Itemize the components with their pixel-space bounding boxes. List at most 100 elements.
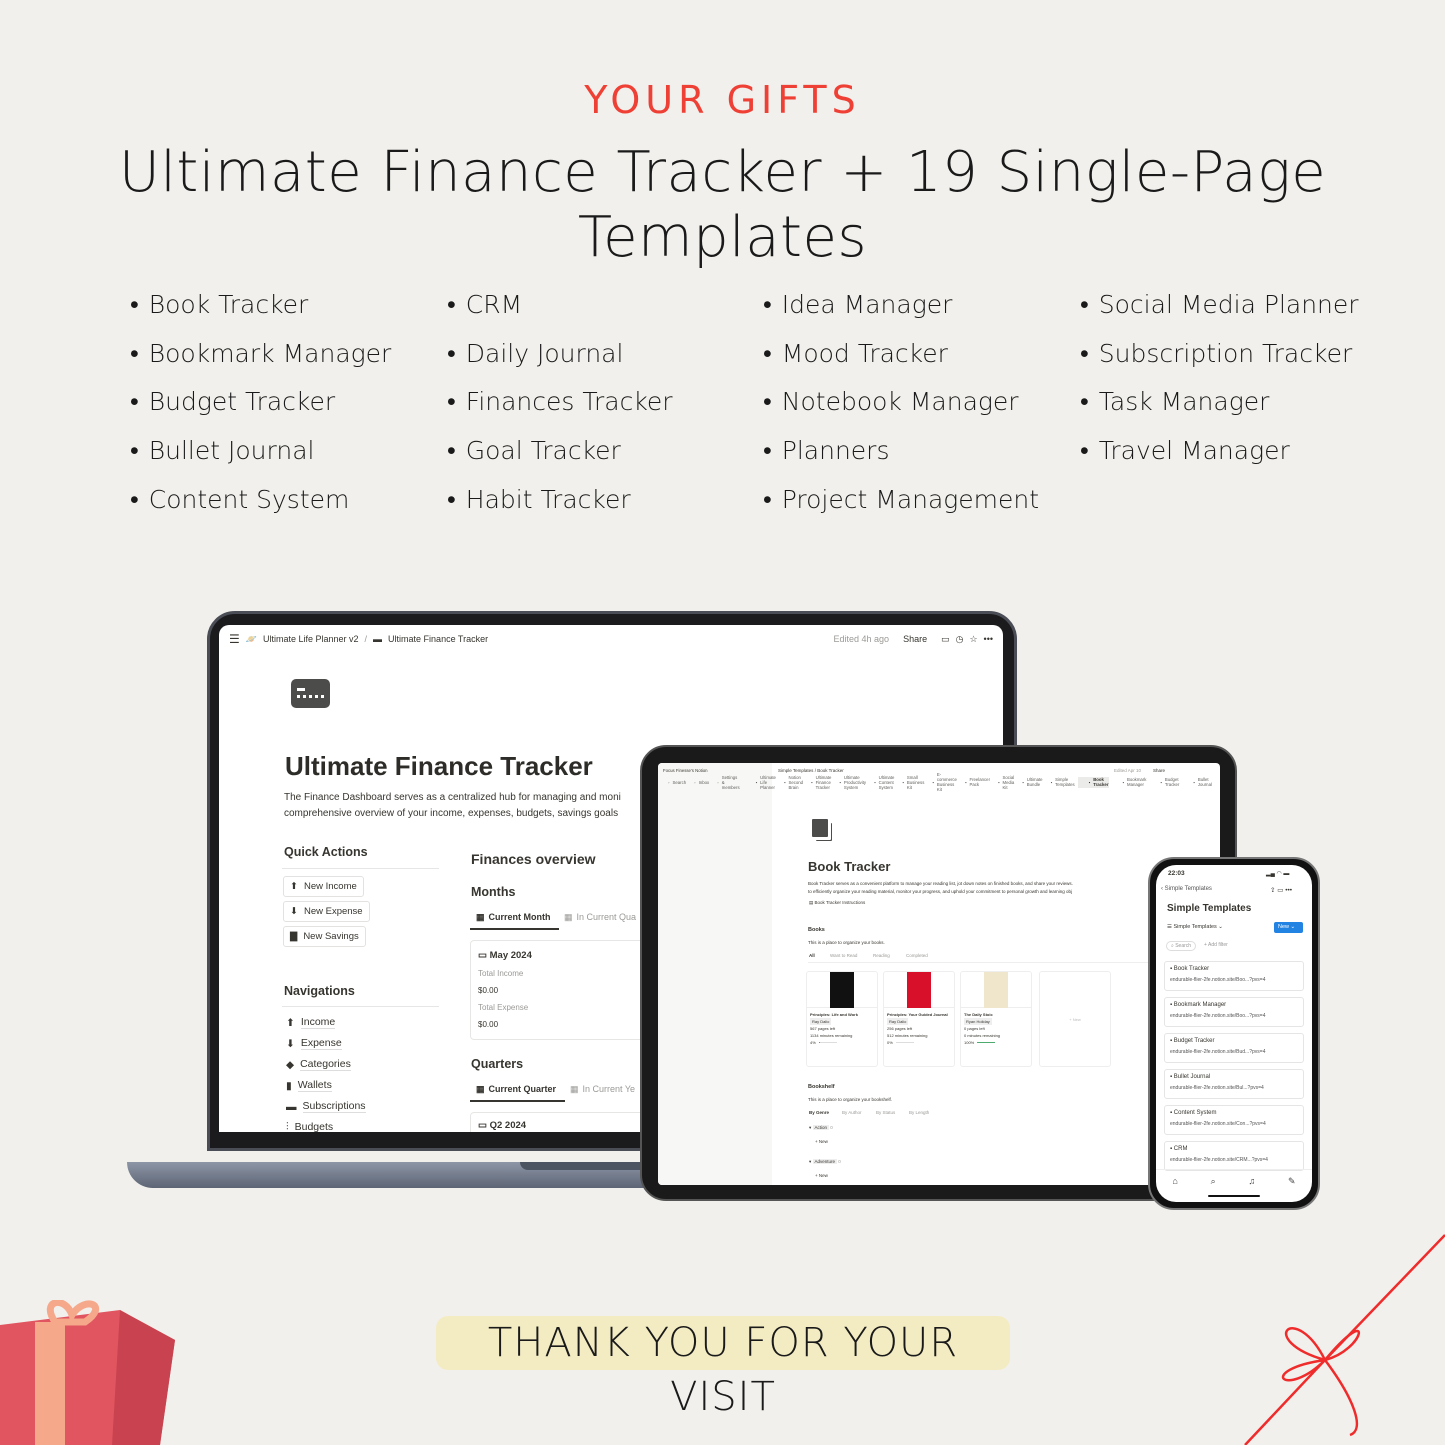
- sidebar-subitem[interactable]: ▪ Budget Tracker: [1149, 777, 1179, 788]
- more-icon[interactable]: •••: [984, 634, 993, 644]
- add-new-row[interactable]: + New: [815, 1173, 828, 1178]
- nav-link-wallets[interactable]: ▮ Wallets: [286, 1079, 332, 1092]
- sidebar-item[interactable]: ▪ Ultimate Bundle: [1017, 777, 1042, 788]
- books-description: This is a place to organize your books.: [808, 940, 885, 945]
- card-a: Ray Dalio: [887, 1018, 909, 1025]
- workspace-switcher[interactable]: Focus Finesse's Notion: [658, 763, 772, 777]
- active-tab-underline: [470, 1100, 565, 1102]
- card-url[interactable]: endurable-flier-2fe.notion.site/Con...?p…: [1170, 1121, 1298, 1127]
- new-savings-button[interactable]: ▇ New Savings: [283, 926, 366, 947]
- sidebar-item[interactable]: ◦ Inbox: [689, 777, 709, 788]
- total-income-label: Total Income: [478, 969, 524, 978]
- search-input[interactable]: ⌕ Search: [1166, 941, 1197, 951]
- comment-icon[interactable]: ▭: [941, 634, 950, 645]
- sidebar-subitem[interactable]: ▪ Bookmark Manager: [1112, 777, 1147, 788]
- nav-link-expense[interactable]: ⬇ Expense: [286, 1037, 342, 1050]
- template-list-item: Idea Manager: [763, 290, 1039, 339]
- sidebar-item[interactable]: ▪ Simple Templates: [1046, 777, 1075, 788]
- back-button[interactable]: ‹ Simple Templates: [1161, 886, 1212, 892]
- star-icon[interactable]: ☆: [969, 634, 977, 645]
- book-card[interactable]: Principles: Life and Work Ray Dalio 567 pa…: [806, 971, 878, 1067]
- template-link-card[interactable]: ▪ Bullet Journal endurable-flier-2fe.noti…: [1164, 1069, 1304, 1099]
- new-button[interactable]: New ⌄: [1274, 922, 1303, 933]
- breadcrumb-item[interactable]: Simple Templates: [778, 768, 813, 773]
- sidebar-subitem[interactable]: ▪ Book Tracker: [1077, 777, 1109, 788]
- instructions-link[interactable]: ▤ Book Tracker Instructions: [809, 900, 865, 906]
- breadcrumb-item[interactable]: Book Tracker: [817, 768, 844, 773]
- nav-link-categories[interactable]: ◆ Categories: [286, 1058, 351, 1071]
- book-card[interactable]: Principles: Your Guided Journal Ray Dalio…: [883, 971, 955, 1067]
- sidebar-item[interactable]: ▪ Freelancer Pack: [960, 777, 990, 788]
- sidebar-item[interactable]: ▪ Ultimate Finance Tracker: [806, 774, 832, 790]
- sidebar-item[interactable]: ▪ Notion Second Brain: [779, 775, 803, 790]
- menu-icon[interactable]: ☰: [229, 632, 240, 646]
- sidebar-label: Ultimate Finance Tracker: [815, 774, 832, 790]
- view-tab[interactable]: By Status: [876, 1110, 895, 1115]
- card-url[interactable]: endurable-flier-2fe.notion.site/CRM...?p…: [1170, 1157, 1298, 1163]
- search-icon[interactable]: ⌕: [1211, 1176, 1216, 1202]
- new-income-button[interactable]: ⬆ New Income: [283, 876, 364, 897]
- view-tab[interactable]: By Genre: [809, 1110, 829, 1115]
- template-link-card[interactable]: ▪ Bookmark Manager endurable-flier-2fe.no…: [1164, 997, 1304, 1027]
- card-url[interactable]: endurable-flier-2fe.notion.site/Bud...?p…: [1170, 1049, 1298, 1055]
- clock-icon[interactable]: ◷: [956, 634, 964, 645]
- card-url[interactable]: endurable-flier-2fe.notion.site/Bul...?p…: [1170, 1085, 1298, 1091]
- nav-link-subscriptions[interactable]: ▬ Subscriptions: [286, 1100, 366, 1113]
- sidebar-subitem[interactable]: ▪Content System: [1215, 777, 1220, 788]
- add-filter-button[interactable]: + Add filter: [1204, 942, 1228, 948]
- view-selector[interactable]: ☰ Simple Templates ⌄: [1167, 924, 1223, 930]
- sidebar-item[interactable]: ▪ E-commerce Business Kit: [927, 772, 957, 792]
- cover-image: [907, 972, 931, 1008]
- template-link-card[interactable]: ▪ CRM endurable-flier-2fe.notion.site/CRM…: [1164, 1141, 1304, 1171]
- button-label: New Income: [303, 881, 357, 892]
- laptop-notch: [520, 1162, 650, 1170]
- breadcrumb-item[interactable]: Ultimate Finance Tracker: [388, 634, 488, 644]
- new-card-button[interactable]: + New: [1039, 971, 1111, 1067]
- card-t: Principles: Life and Work: [810, 1012, 858, 1017]
- nav-link-income[interactable]: ⬆ Income: [286, 1016, 336, 1029]
- view-tab[interactable]: Want to Read: [830, 953, 857, 958]
- share-button[interactable]: Share: [1153, 768, 1165, 773]
- divider: [282, 868, 439, 869]
- sidebar-subitem[interactable]: ▪ Bullet Journal: [1182, 777, 1212, 788]
- template-link-card[interactable]: ▪ Budget Tracker endurable-flier-2fe.noti…: [1164, 1033, 1304, 1063]
- tab-current-quarter[interactable]: ▦ Current Quarter: [476, 1084, 556, 1095]
- sidebar-item[interactable]: ▪ Ultimate Productivity System: [834, 775, 866, 790]
- sidebar-item[interactable]: ▪ Ultimate Content System: [869, 775, 894, 790]
- tab-current-month[interactable]: ▦ Current Month: [476, 912, 551, 923]
- card-url[interactable]: endurable-flier-2fe.notion.site/Boo...?p…: [1170, 977, 1298, 983]
- nav-link-budgets[interactable]: ⫶ Budgets: [286, 1121, 333, 1132]
- sidebar-item[interactable]: ◦ Search: [663, 777, 686, 788]
- view-tab[interactable]: All: [809, 953, 815, 958]
- add-new-row[interactable]: + New: [815, 1139, 828, 1144]
- total-expense-label: Total Expense: [478, 1003, 529, 1012]
- template-link-card[interactable]: ▪ Content System endurable-flier-2fe.noti…: [1164, 1105, 1304, 1135]
- sidebar-item[interactable]: ▪ Social Media Kit: [993, 775, 1014, 790]
- book-card[interactable]: The Daily Stoic Ryan Holiday 0 pages left 0…: [960, 971, 1032, 1067]
- group-action[interactable]: ▾ Action 0: [809, 1125, 833, 1131]
- tab-in-current-year[interactable]: ▦ In Current Ye: [570, 1084, 635, 1095]
- view-tab[interactable]: By Length: [909, 1110, 929, 1115]
- sidebar-item[interactable]: ◦ Settings & members: [712, 775, 739, 790]
- template-link-card[interactable]: ▪ Book Tracker endurable-flier-2fe.notion…: [1164, 961, 1304, 991]
- compose-icon[interactable]: ✎: [1288, 1176, 1296, 1202]
- phone-actions[interactable]: ⇪ ▭ •••: [1270, 886, 1292, 894]
- breadcrumb-item[interactable]: Ultimate Life Planner v2: [263, 634, 359, 644]
- sidebar-item[interactable]: ▪ Ultimate Life Planner: [751, 775, 776, 790]
- tab-in-current-quarter[interactable]: ▦ In Current Qua: [564, 912, 636, 923]
- template-list-item: Bookmark Manager: [130, 339, 392, 388]
- share-button[interactable]: Share: [903, 634, 927, 644]
- view-tab[interactable]: Completed: [906, 953, 928, 958]
- view-tab[interactable]: By Author: [842, 1110, 862, 1115]
- new-expense-button[interactable]: ⬇ New Expense: [283, 901, 370, 922]
- home-icon[interactable]: ⌂: [1172, 1176, 1177, 1202]
- page-title: Book Tracker: [808, 859, 891, 874]
- group-adventure[interactable]: ▾ Adventure 0: [809, 1159, 841, 1165]
- page-title: Ultimate Finance Tracker: [285, 751, 593, 781]
- sidebar-item[interactable]: ▪ Small Business Kit: [897, 775, 924, 790]
- sidebar-label: Bookmark Manager: [1127, 777, 1147, 788]
- card-p: 567 pages left: [810, 1026, 836, 1031]
- card-url[interactable]: endurable-flier-2fe.notion.site/Boo...?p…: [1170, 1013, 1298, 1019]
- bell-icon[interactable]: ♫: [1248, 1176, 1255, 1202]
- view-tab[interactable]: Reading: [873, 953, 890, 958]
